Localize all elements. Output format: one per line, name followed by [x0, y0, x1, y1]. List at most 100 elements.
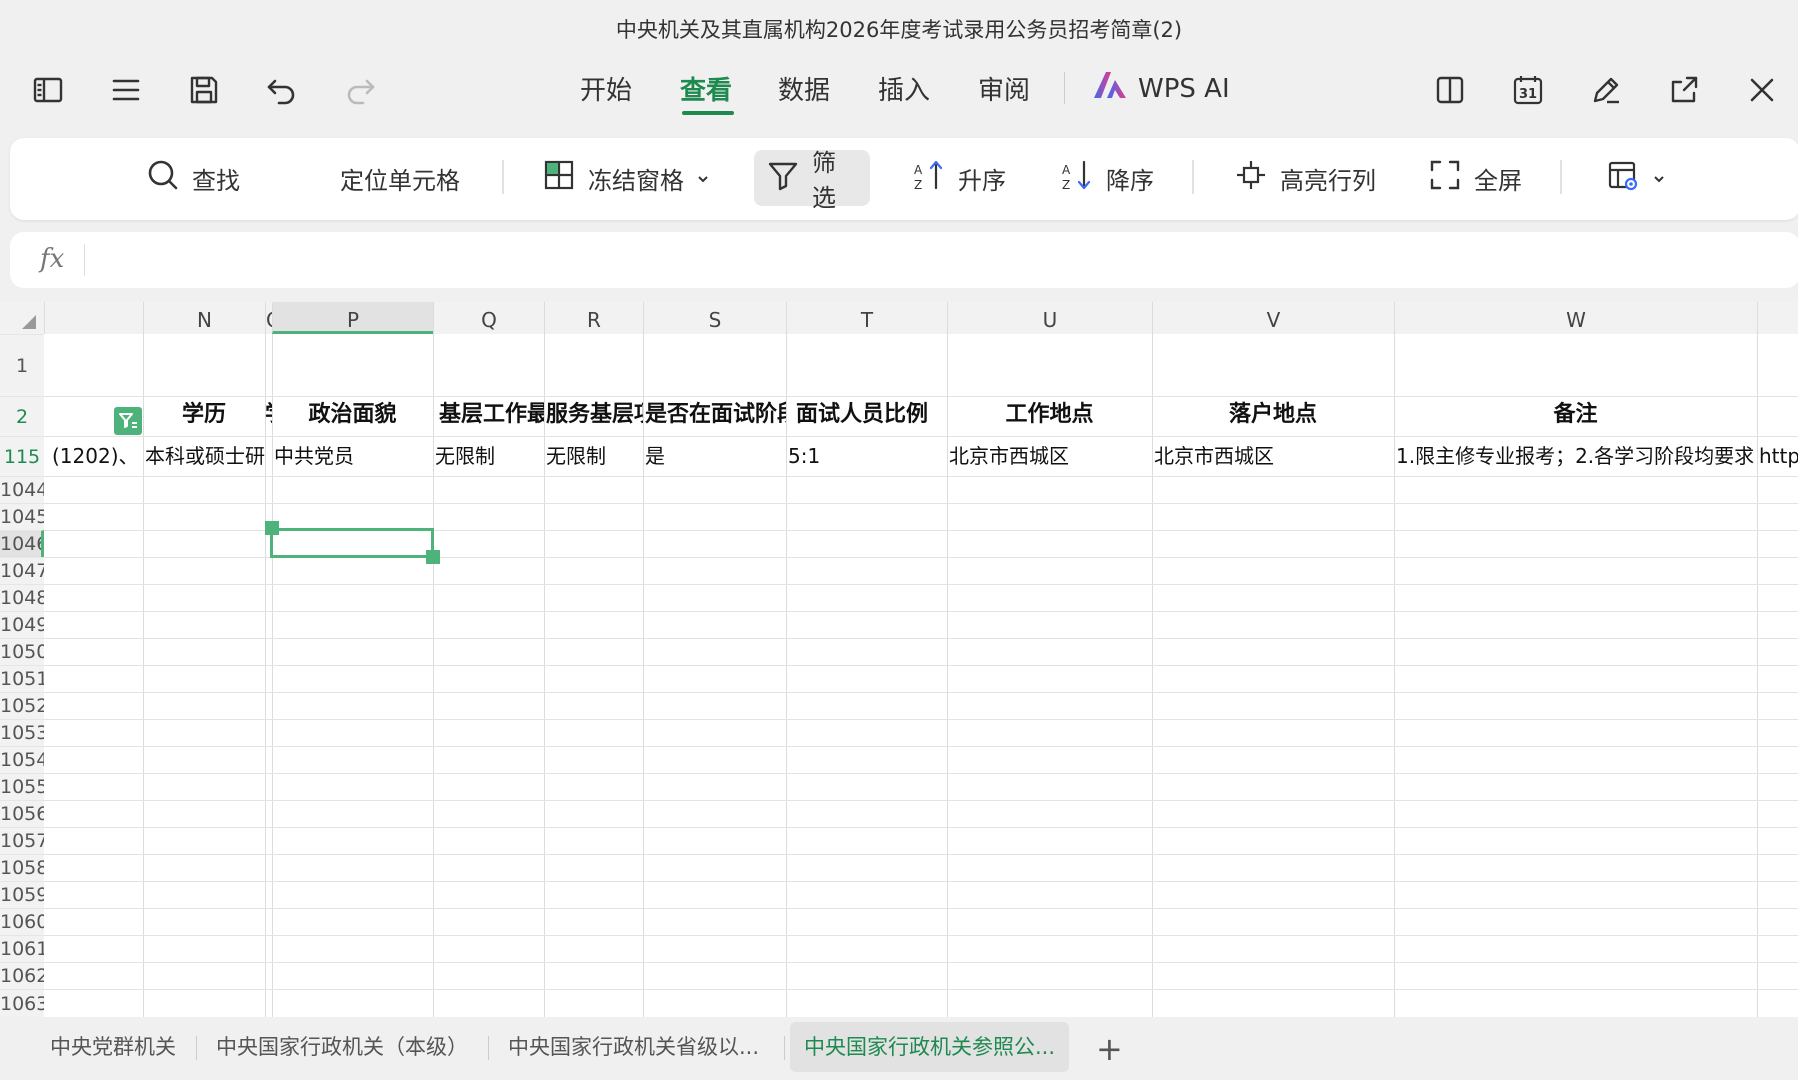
- row-header-1062[interactable]: 1062: [0, 962, 44, 989]
- column-header-s[interactable]: S: [643, 302, 786, 334]
- column-header-o[interactable]: O: [265, 302, 272, 334]
- row-header-115[interactable]: 115: [0, 436, 44, 476]
- search-icon: [146, 158, 180, 198]
- row-header-1058[interactable]: 1058: [0, 854, 44, 881]
- cell-p115[interactable]: 中共党员: [272, 440, 433, 472]
- row-header-1057[interactable]: 1057: [0, 827, 44, 854]
- tab-data[interactable]: 数据: [778, 70, 830, 107]
- undo-icon[interactable]: [258, 66, 306, 114]
- column-header-r[interactable]: R: [544, 302, 643, 334]
- tab-insert[interactable]: 插入: [878, 70, 930, 107]
- find-button[interactable]: 查找: [134, 150, 252, 206]
- header-cell-interview-ratio[interactable]: 面试人员比例: [786, 396, 947, 436]
- filter-dropdown-icon[interactable]: [114, 407, 142, 435]
- row-header-2[interactable]: 2: [0, 396, 44, 436]
- filter-icon: [766, 158, 800, 198]
- column-header-p[interactable]: P: [272, 302, 433, 334]
- add-sheet-icon[interactable]: +: [1096, 1030, 1123, 1068]
- filter-button[interactable]: 筛选: [754, 149, 870, 212]
- grid-line: [44, 638, 1798, 639]
- calendar-icon[interactable]: 31: [1504, 66, 1552, 114]
- column-header-u[interactable]: U: [947, 302, 1152, 334]
- view-options-button[interactable]: [1594, 150, 1678, 206]
- row-header-1055[interactable]: 1055: [0, 773, 44, 800]
- cell-s115[interactable]: 是: [643, 440, 786, 472]
- row-header-1[interactable]: 1: [0, 334, 44, 396]
- row-header-1048[interactable]: 1048: [0, 584, 44, 611]
- row-header-1047[interactable]: 1047: [0, 557, 44, 584]
- row-header-1056[interactable]: 1056: [0, 800, 44, 827]
- cell-r115[interactable]: 无限制: [544, 440, 643, 472]
- row-header-1051[interactable]: 1051: [0, 665, 44, 692]
- spreadsheet-grid[interactable]: N O P Q R S T U V W 1 2 115 1044 1045 10…: [0, 302, 1798, 1017]
- row-header-1045[interactable]: 1045: [0, 503, 44, 530]
- header-cell-work-location[interactable]: 工作地点: [947, 396, 1152, 436]
- column-header-w[interactable]: W: [1394, 302, 1757, 334]
- locate-cell-button[interactable]: 定位单元格: [328, 150, 472, 206]
- share-icon[interactable]: [1660, 66, 1708, 114]
- column-header-x[interactable]: [1757, 302, 1798, 334]
- cell-m115[interactable]: (1202)、: [50, 440, 143, 472]
- tab-review[interactable]: 审阅: [978, 70, 1030, 107]
- tab-start[interactable]: 开始: [580, 70, 632, 107]
- column-header-q[interactable]: Q: [433, 302, 544, 334]
- sheet-tab-reference[interactable]: 中央国家行政机关参照公...: [790, 1022, 1070, 1072]
- svg-text:A: A: [914, 163, 923, 177]
- formula-input[interactable]: [96, 240, 1780, 282]
- cell-n115[interactable]: 本科或硕士研: [143, 440, 265, 472]
- header-cell-grassroots-years[interactable]: 基层工作最低年限: [433, 396, 544, 436]
- header-cell-remarks[interactable]: 备注: [1394, 396, 1757, 436]
- header-cell-degree[interactable]: 学位: [265, 396, 272, 436]
- column-header-m[interactable]: [44, 302, 143, 334]
- row-header-1046[interactable]: 1046: [0, 530, 44, 557]
- fullscreen-button[interactable]: 全屏: [1416, 150, 1534, 206]
- tab-divider: [1064, 72, 1065, 104]
- row-header-1050[interactable]: 1050: [0, 638, 44, 665]
- split-view-icon[interactable]: [1426, 66, 1474, 114]
- freeze-panes-button[interactable]: 冻结窗格: [530, 150, 722, 206]
- sheet-tab-central-admin[interactable]: 中央国家行政机关（本级）: [202, 1022, 482, 1072]
- wps-ai-button[interactable]: WPS AI: [1092, 70, 1230, 107]
- cell-selection-box[interactable]: [270, 528, 434, 558]
- cell-v115[interactable]: 北京市西城区: [1152, 440, 1394, 472]
- sidebar-toggle-icon[interactable]: [24, 66, 72, 114]
- row-header-1061[interactable]: 1061: [0, 935, 44, 962]
- header-cell-interview-test[interactable]: 是否在面试阶段组织专业能: [643, 396, 786, 436]
- header-cell-grassroots-project[interactable]: 服务基层项目工作: [544, 396, 643, 436]
- pen-icon[interactable]: [1582, 66, 1630, 114]
- redo-icon[interactable]: [336, 66, 384, 114]
- header-cell-political-status[interactable]: 政治面貌: [272, 396, 433, 436]
- sheet-tab-central-party[interactable]: 中央党群机关: [36, 1022, 190, 1072]
- row-header-1049[interactable]: 1049: [0, 611, 44, 638]
- column-header-t[interactable]: T: [786, 302, 947, 334]
- row-header-1059[interactable]: 1059: [0, 881, 44, 908]
- row-header-1044[interactable]: 1044: [0, 476, 44, 503]
- row-header-1053[interactable]: 1053: [0, 719, 44, 746]
- header-cell-education[interactable]: 学历: [143, 396, 265, 436]
- header-cell-household-location[interactable]: 落户地点: [1152, 396, 1394, 436]
- sheet-tab-provincial[interactable]: 中央国家行政机关省级以...: [494, 1022, 773, 1072]
- sort-descending-button[interactable]: AZ 降序: [1048, 150, 1166, 206]
- row-header-1063[interactable]: 1063: [0, 989, 44, 1017]
- column-header-v[interactable]: V: [1152, 302, 1394, 334]
- row-header-1054[interactable]: 1054: [0, 746, 44, 773]
- menu-icon[interactable]: [102, 66, 150, 114]
- tab-view[interactable]: 查看: [680, 70, 732, 107]
- cell-x115[interactable]: http: [1757, 440, 1798, 472]
- cell-u115[interactable]: 北京市西城区: [947, 440, 1152, 472]
- close-icon[interactable]: [1738, 66, 1786, 114]
- cell-t115[interactable]: 5:1: [786, 440, 947, 472]
- row-header-1060[interactable]: 1060: [0, 908, 44, 935]
- cell-w115[interactable]: 1.限主修专业报考；2.各学习阶段均要求: [1394, 440, 1757, 472]
- row-header-1052[interactable]: 1052: [0, 692, 44, 719]
- selection-handle-bottom-right[interactable]: [426, 550, 440, 564]
- column-header-n[interactable]: N: [143, 302, 265, 334]
- highlight-row-column-button[interactable]: 高亮行列: [1222, 150, 1388, 206]
- cell-q115[interactable]: 无限制: [433, 440, 544, 472]
- save-icon[interactable]: [180, 66, 228, 114]
- select-all-corner[interactable]: [0, 302, 44, 334]
- grid-line: [44, 962, 1798, 963]
- sort-ascending-button[interactable]: AZ 升序: [900, 150, 1018, 206]
- selection-handle-top-left[interactable]: [265, 521, 279, 535]
- grid-line: [44, 989, 1798, 990]
